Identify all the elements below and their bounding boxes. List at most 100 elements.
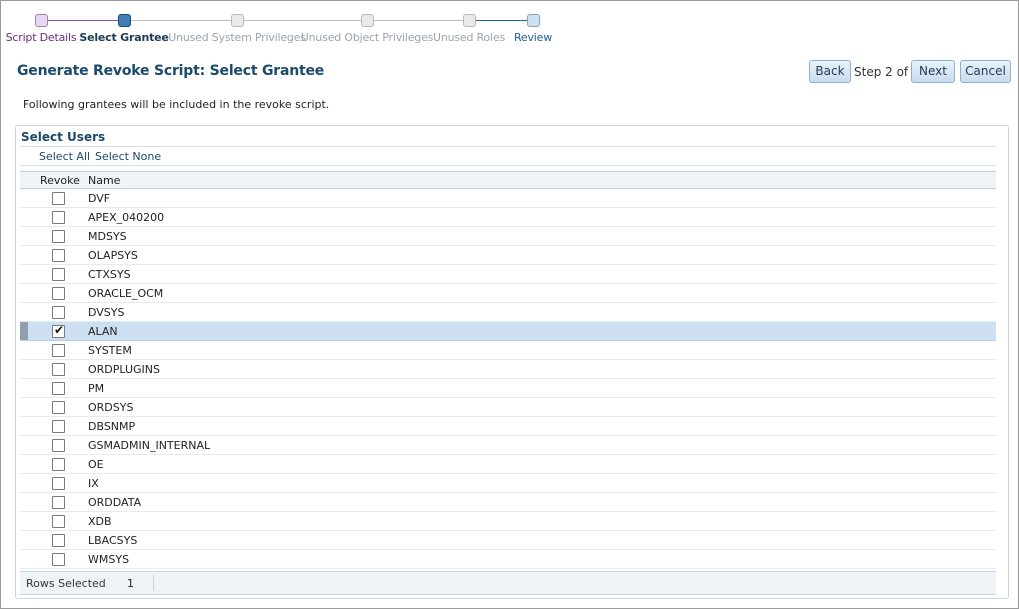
revoke-checkbox[interactable]: ✔ [52, 287, 65, 300]
table-row[interactable]: ✔ ORDPLUGINS [20, 360, 996, 379]
row-selection-marker [20, 493, 28, 511]
revoke-checkbox[interactable]: ✔ [52, 420, 65, 433]
revoke-checkbox[interactable]: ✔ [52, 382, 65, 395]
table-row[interactable]: ✔ DBSNMP [20, 417, 996, 436]
revoke-checkbox[interactable]: ✔ [52, 268, 65, 281]
revoke-checkbox[interactable]: ✔ [52, 401, 65, 414]
row-selection-marker [20, 341, 28, 359]
table-row[interactable]: ✔ ORACLE_OCM [20, 284, 996, 303]
column-header-name[interactable]: Name [88, 174, 120, 187]
row-selection-marker [20, 227, 28, 245]
grantee-name: CTXSYS [88, 268, 131, 281]
revoke-checkbox[interactable]: ✔ [52, 496, 65, 509]
revoke-checkbox[interactable]: ✔ [52, 477, 65, 490]
column-header-revoke[interactable]: Revoke [40, 174, 80, 187]
grantee-name: ORDSYS [88, 401, 134, 414]
grantee-name: ALAN [88, 325, 118, 338]
revoke-checkbox[interactable]: ✔ [52, 363, 65, 376]
page-title: Generate Revoke Script: Select Grantee [17, 63, 325, 79]
checkmark-icon: ✔ [54, 323, 65, 337]
revoke-checkbox[interactable]: ✔ [52, 230, 65, 243]
revoke-checkbox[interactable]: ✔ [52, 249, 65, 262]
row-selection-marker [20, 474, 28, 492]
table-row[interactable]: ✔ SYSTEM [20, 341, 996, 360]
grantee-name: OLAPSYS [88, 249, 138, 262]
row-selection-marker [20, 512, 28, 530]
rows-selected-count: 1 [127, 577, 134, 590]
grantee-name: ORDPLUGINS [88, 363, 161, 376]
select-all-link[interactable]: Select All [39, 150, 90, 163]
train-label-script-details[interactable]: Script Details [6, 31, 77, 44]
panel-title: Select Users [21, 130, 106, 144]
app-window: Script Details Select Grantee Unused Sys… [0, 0, 1019, 609]
table-row[interactable]: ✔ IX [20, 474, 996, 493]
revoke-checkbox[interactable]: ✔ [52, 306, 65, 319]
table-row[interactable]: ✔ ORDDATA [20, 493, 996, 512]
train-node-unused-system-privileges [231, 14, 244, 27]
revoke-checkbox[interactable]: ✔ [52, 344, 65, 357]
table-footer: Rows Selected 1 [20, 571, 996, 595]
revoke-checkbox[interactable]: ✔ [52, 553, 65, 566]
row-selection-marker [20, 436, 28, 454]
next-button[interactable]: Next [911, 60, 955, 83]
revoke-checkbox[interactable]: ✔ [52, 534, 65, 547]
row-selection-marker [20, 189, 28, 207]
rows-selected-label: Rows Selected [26, 577, 106, 590]
table-row[interactable]: ✔ WMSYS [20, 550, 996, 569]
row-selection-marker [20, 550, 28, 568]
row-selection-marker [20, 265, 28, 283]
footer-divider [153, 575, 154, 591]
row-selection-marker [20, 208, 28, 226]
train-label-review[interactable]: Review [514, 31, 552, 44]
table-row[interactable]: ✔ MDSYS [20, 227, 996, 246]
table-row[interactable]: ✔ ALAN [20, 322, 996, 341]
step-indicator: Step 2 of 6 [854, 65, 920, 79]
row-selection-marker [20, 455, 28, 473]
train-label-select-grantee: Select Grantee [79, 31, 169, 44]
grantee-name: LBACSYS [88, 534, 138, 547]
table-row[interactable]: ✔ ORDSYS [20, 398, 996, 417]
grantees-table: Revoke Name ✔ DVF ✔ APEX_040200 ✔ MDSYS ✔ OLAPS… [20, 171, 996, 569]
table-row[interactable]: ✔ OLAPSYS [20, 246, 996, 265]
grantee-name: XDB [88, 515, 112, 528]
select-users-panel: Select Users Select All Select None Revo… [15, 125, 1009, 599]
train-node-review[interactable] [527, 14, 540, 27]
selection-toolbar: Select All Select None [20, 146, 996, 166]
wizard-train: Script Details Select Grantee Unused Sys… [1, 1, 1019, 49]
row-selection-marker [20, 531, 28, 549]
train-connector [124, 20, 469, 21]
grantee-name: IX [88, 477, 99, 490]
cancel-button[interactable]: Cancel [960, 60, 1011, 83]
train-connector [469, 20, 533, 21]
revoke-checkbox[interactable]: ✔ [52, 515, 65, 528]
table-row[interactable]: ✔ OE [20, 455, 996, 474]
table-row[interactable]: ✔ GSMADMIN_INTERNAL [20, 436, 996, 455]
row-selection-marker [20, 360, 28, 378]
back-button[interactable]: Back [809, 60, 851, 83]
revoke-checkbox[interactable]: ✔ [52, 458, 65, 471]
train-node-unused-roles [463, 14, 476, 27]
grantee-name: GSMADMIN_INTERNAL [88, 439, 211, 452]
intro-text: Following grantees will be included in t… [23, 98, 330, 111]
revoke-checkbox[interactable]: ✔ [52, 192, 65, 205]
revoke-checkbox[interactable]: ✔ [52, 439, 65, 452]
table-row[interactable]: ✔ XDB [20, 512, 996, 531]
revoke-checkbox[interactable]: ✔ [52, 211, 65, 224]
revoke-checkbox[interactable]: ✔ [52, 323, 65, 338]
row-selection-marker [20, 303, 28, 321]
table-row[interactable]: ✔ LBACSYS [20, 531, 996, 550]
grantee-name: ORACLE_OCM [88, 287, 164, 300]
grantee-name: MDSYS [88, 230, 127, 243]
table-row[interactable]: ✔ CTXSYS [20, 265, 996, 284]
grantee-name: DBSNMP [88, 420, 136, 433]
table-row[interactable]: ✔ DVSYS [20, 303, 996, 322]
table-row[interactable]: ✔ PM [20, 379, 996, 398]
train-node-script-details[interactable] [35, 14, 48, 27]
table-row[interactable]: ✔ APEX_040200 [20, 208, 996, 227]
grantee-name: ORDDATA [88, 496, 142, 509]
row-selection-marker [20, 284, 28, 302]
table-row[interactable]: ✔ DVF [20, 189, 996, 208]
row-selection-marker [20, 398, 28, 416]
select-none-link[interactable]: Select None [95, 150, 161, 163]
train-node-select-grantee [118, 14, 131, 27]
